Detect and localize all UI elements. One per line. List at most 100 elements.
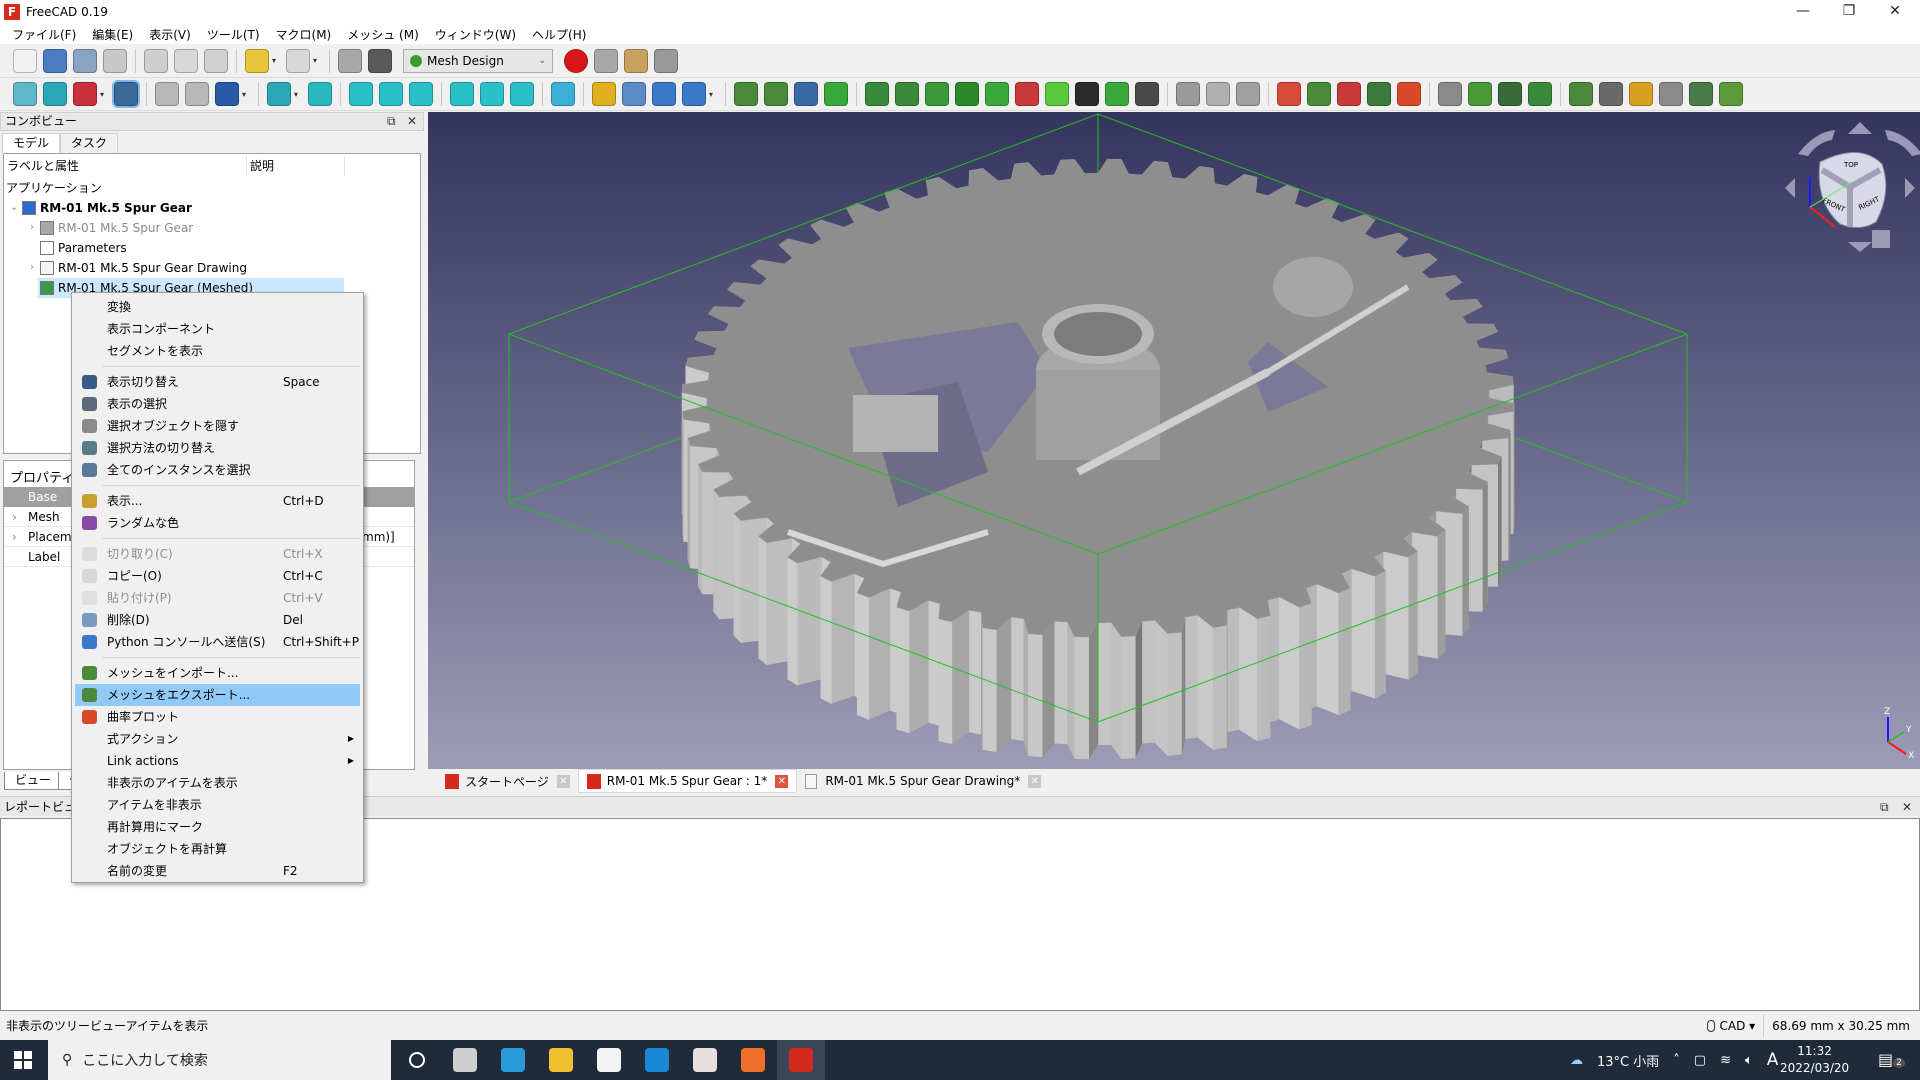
- mesh-segment-best-fit-icon[interactable]: [1468, 82, 1492, 106]
- undo-icon[interactable]: [245, 48, 269, 73]
- back-icon[interactable]: [155, 82, 179, 106]
- mesh-from-shape-icon[interactable]: [794, 82, 818, 106]
- menu-item[interactable]: 切り取り(C) Ctrl+X: [75, 543, 360, 565]
- std-views-icon[interactable]: [215, 82, 239, 106]
- right-view-icon[interactable]: [409, 82, 433, 106]
- mesh-remesh-icon[interactable]: [824, 82, 848, 106]
- measure-distance-icon[interactable]: [551, 82, 575, 106]
- tree-item[interactable]: Parameters: [4, 238, 344, 258]
- menu-item[interactable]: 選択方法の切り替え: [75, 437, 360, 459]
- menu-item[interactable]: 名前の変更 F2: [75, 860, 360, 882]
- menu-item[interactable]: メッシュをインポート...: [75, 662, 360, 684]
- mesh-cut-icon[interactable]: [1277, 82, 1301, 106]
- clock[interactable]: 11:32 2022/03/20: [1780, 1043, 1849, 1077]
- menu-item[interactable]: セグメントを表示: [75, 340, 360, 362]
- rotate-down-arrow-icon[interactable]: [1848, 242, 1872, 252]
- tab-spur-gear-drawing[interactable]: RM-01 Mk.5 Spur Gear Drawing* ✕: [797, 769, 1049, 793]
- snip-icon[interactable]: [681, 1040, 729, 1080]
- menu-item[interactable]: Link actions ▶: [75, 750, 360, 772]
- menu-item[interactable]: メッシュをエクスポート...: [75, 684, 360, 706]
- rotate-right-arrow-icon[interactable]: [1905, 178, 1915, 198]
- task-view-icon[interactable]: [441, 1040, 489, 1080]
- macro-stop-icon[interactable]: [594, 48, 618, 73]
- dropdown-arrow-icon[interactable]: ▾: [294, 90, 302, 99]
- mesh-intersection-icon[interactable]: [1206, 82, 1230, 106]
- mesh-section-icon[interactable]: [1337, 82, 1361, 106]
- tree-item[interactable]: › RM-01 Mk.5 Spur Gear Drawing: [4, 258, 344, 278]
- dropdown-arrow-icon[interactable]: ▾: [242, 90, 250, 99]
- menu-mesh[interactable]: メッシュ (M): [339, 26, 427, 43]
- mesh-smooth-icon[interactable]: [1105, 82, 1129, 106]
- close-panel-icon[interactable]: ✕: [1902, 797, 1912, 817]
- dropdown-arrow-icon[interactable]: ▾: [100, 90, 108, 99]
- expand-icon[interactable]: ›: [26, 218, 38, 238]
- windows-start-icon[interactable]: [14, 1051, 32, 1069]
- mesh-scale-icon[interactable]: [1135, 82, 1159, 106]
- refresh-icon[interactable]: [338, 48, 362, 73]
- menu-macro[interactable]: マクロ(M): [268, 26, 340, 43]
- menu-item[interactable]: 表示の選択: [75, 393, 360, 415]
- part-icon[interactable]: [592, 82, 616, 106]
- workbench-selector[interactable]: Mesh Design ⌄: [403, 48, 553, 73]
- redo-icon[interactable]: [286, 48, 310, 73]
- view-menu-cube-icon[interactable]: [1872, 230, 1890, 248]
- taskbar-search[interactable]: ⚲ ここに入力して検索: [48, 1040, 391, 1080]
- navigation-style-selector[interactable]: CAD ▾: [1720, 1019, 1756, 1033]
- mesh-merge-icon[interactable]: [1498, 82, 1522, 106]
- rear-view-icon[interactable]: [450, 82, 474, 106]
- menu-item[interactable]: オブジェクトを再計算: [75, 838, 360, 860]
- group-icon[interactable]: [622, 82, 646, 106]
- freecad-icon[interactable]: [777, 1040, 825, 1080]
- fit-all-icon[interactable]: [13, 82, 37, 106]
- macro-run-icon[interactable]: [654, 48, 678, 73]
- tab-tasks[interactable]: タスク: [60, 133, 119, 153]
- cut-icon[interactable]: [144, 48, 168, 73]
- menu-item[interactable]: アイテムを非表示: [75, 794, 360, 816]
- zoom-icon[interactable]: [267, 82, 291, 106]
- link-icon[interactable]: [652, 82, 676, 106]
- menu-item[interactable]: 表示... Ctrl+D: [75, 490, 360, 512]
- rotate-ccw-arrow-icon[interactable]: [1798, 130, 1835, 156]
- float-panel-icon[interactable]: ⧉: [387, 113, 396, 130]
- draw-style-icon[interactable]: [73, 82, 97, 106]
- mesh-difference-icon[interactable]: [1236, 82, 1260, 106]
- file-explorer-icon[interactable]: [537, 1040, 585, 1080]
- gear-model[interactable]: [428, 112, 1920, 769]
- store-icon[interactable]: [585, 1040, 633, 1080]
- edge-icon[interactable]: [489, 1040, 537, 1080]
- tree-item[interactable]: ⌄ RM-01 Mk.5 Spur Gear: [4, 198, 344, 218]
- expand-icon[interactable]: ›: [12, 507, 17, 527]
- menu-help[interactable]: ヘルプ(H): [524, 26, 594, 43]
- column-label[interactable]: ラベルと属性: [4, 156, 247, 176]
- mesh-evaluate-icon[interactable]: [865, 82, 889, 106]
- menu-item[interactable]: 曲率プロット: [75, 706, 360, 728]
- open-folder-icon[interactable]: [43, 48, 67, 73]
- close-tab-icon[interactable]: ✕: [1028, 774, 1042, 788]
- copy-icon[interactable]: [174, 48, 198, 73]
- menu-item[interactable]: 表示コンポーネント: [75, 318, 360, 340]
- notification-icon[interactable]: ▤ 2: [1878, 1050, 1905, 1069]
- close-panel-icon[interactable]: ✕: [407, 113, 417, 130]
- isometric-view-icon[interactable]: [308, 82, 332, 106]
- front-view-icon[interactable]: [349, 82, 373, 106]
- curvature-info-icon[interactable]: [1659, 82, 1683, 106]
- mesh-cross-sections-icon[interactable]: [1367, 82, 1391, 106]
- dropdown-arrow-icon[interactable]: ▾: [313, 56, 321, 65]
- bounding-box-icon[interactable]: [112, 80, 140, 108]
- menu-tools[interactable]: ツール(T): [199, 26, 268, 43]
- maximize-button[interactable]: ❐: [1826, 0, 1872, 24]
- mesh-sphere-icon[interactable]: [1045, 82, 1069, 106]
- mesh-split-icon[interactable]: [1397, 82, 1421, 106]
- menu-window[interactable]: ウィンドウ(W): [427, 26, 524, 43]
- cortana-icon[interactable]: [393, 1040, 441, 1080]
- tab-start-page[interactable]: スタートページ ✕: [437, 769, 578, 793]
- save-as-icon[interactable]: [103, 48, 127, 73]
- menu-item[interactable]: 貼り付け(P) Ctrl+V: [75, 587, 360, 609]
- macro-record-icon[interactable]: [564, 48, 588, 73]
- menu-item[interactable]: 再計算用にマーク: [75, 816, 360, 838]
- top-view-icon[interactable]: [379, 82, 403, 106]
- menu-item[interactable]: 変換: [75, 296, 360, 318]
- dropdown-arrow-icon[interactable]: ▾: [272, 56, 280, 65]
- menu-edit[interactable]: 編集(E): [84, 26, 141, 43]
- camera-icon[interactable]: ▢: [1694, 1053, 1706, 1068]
